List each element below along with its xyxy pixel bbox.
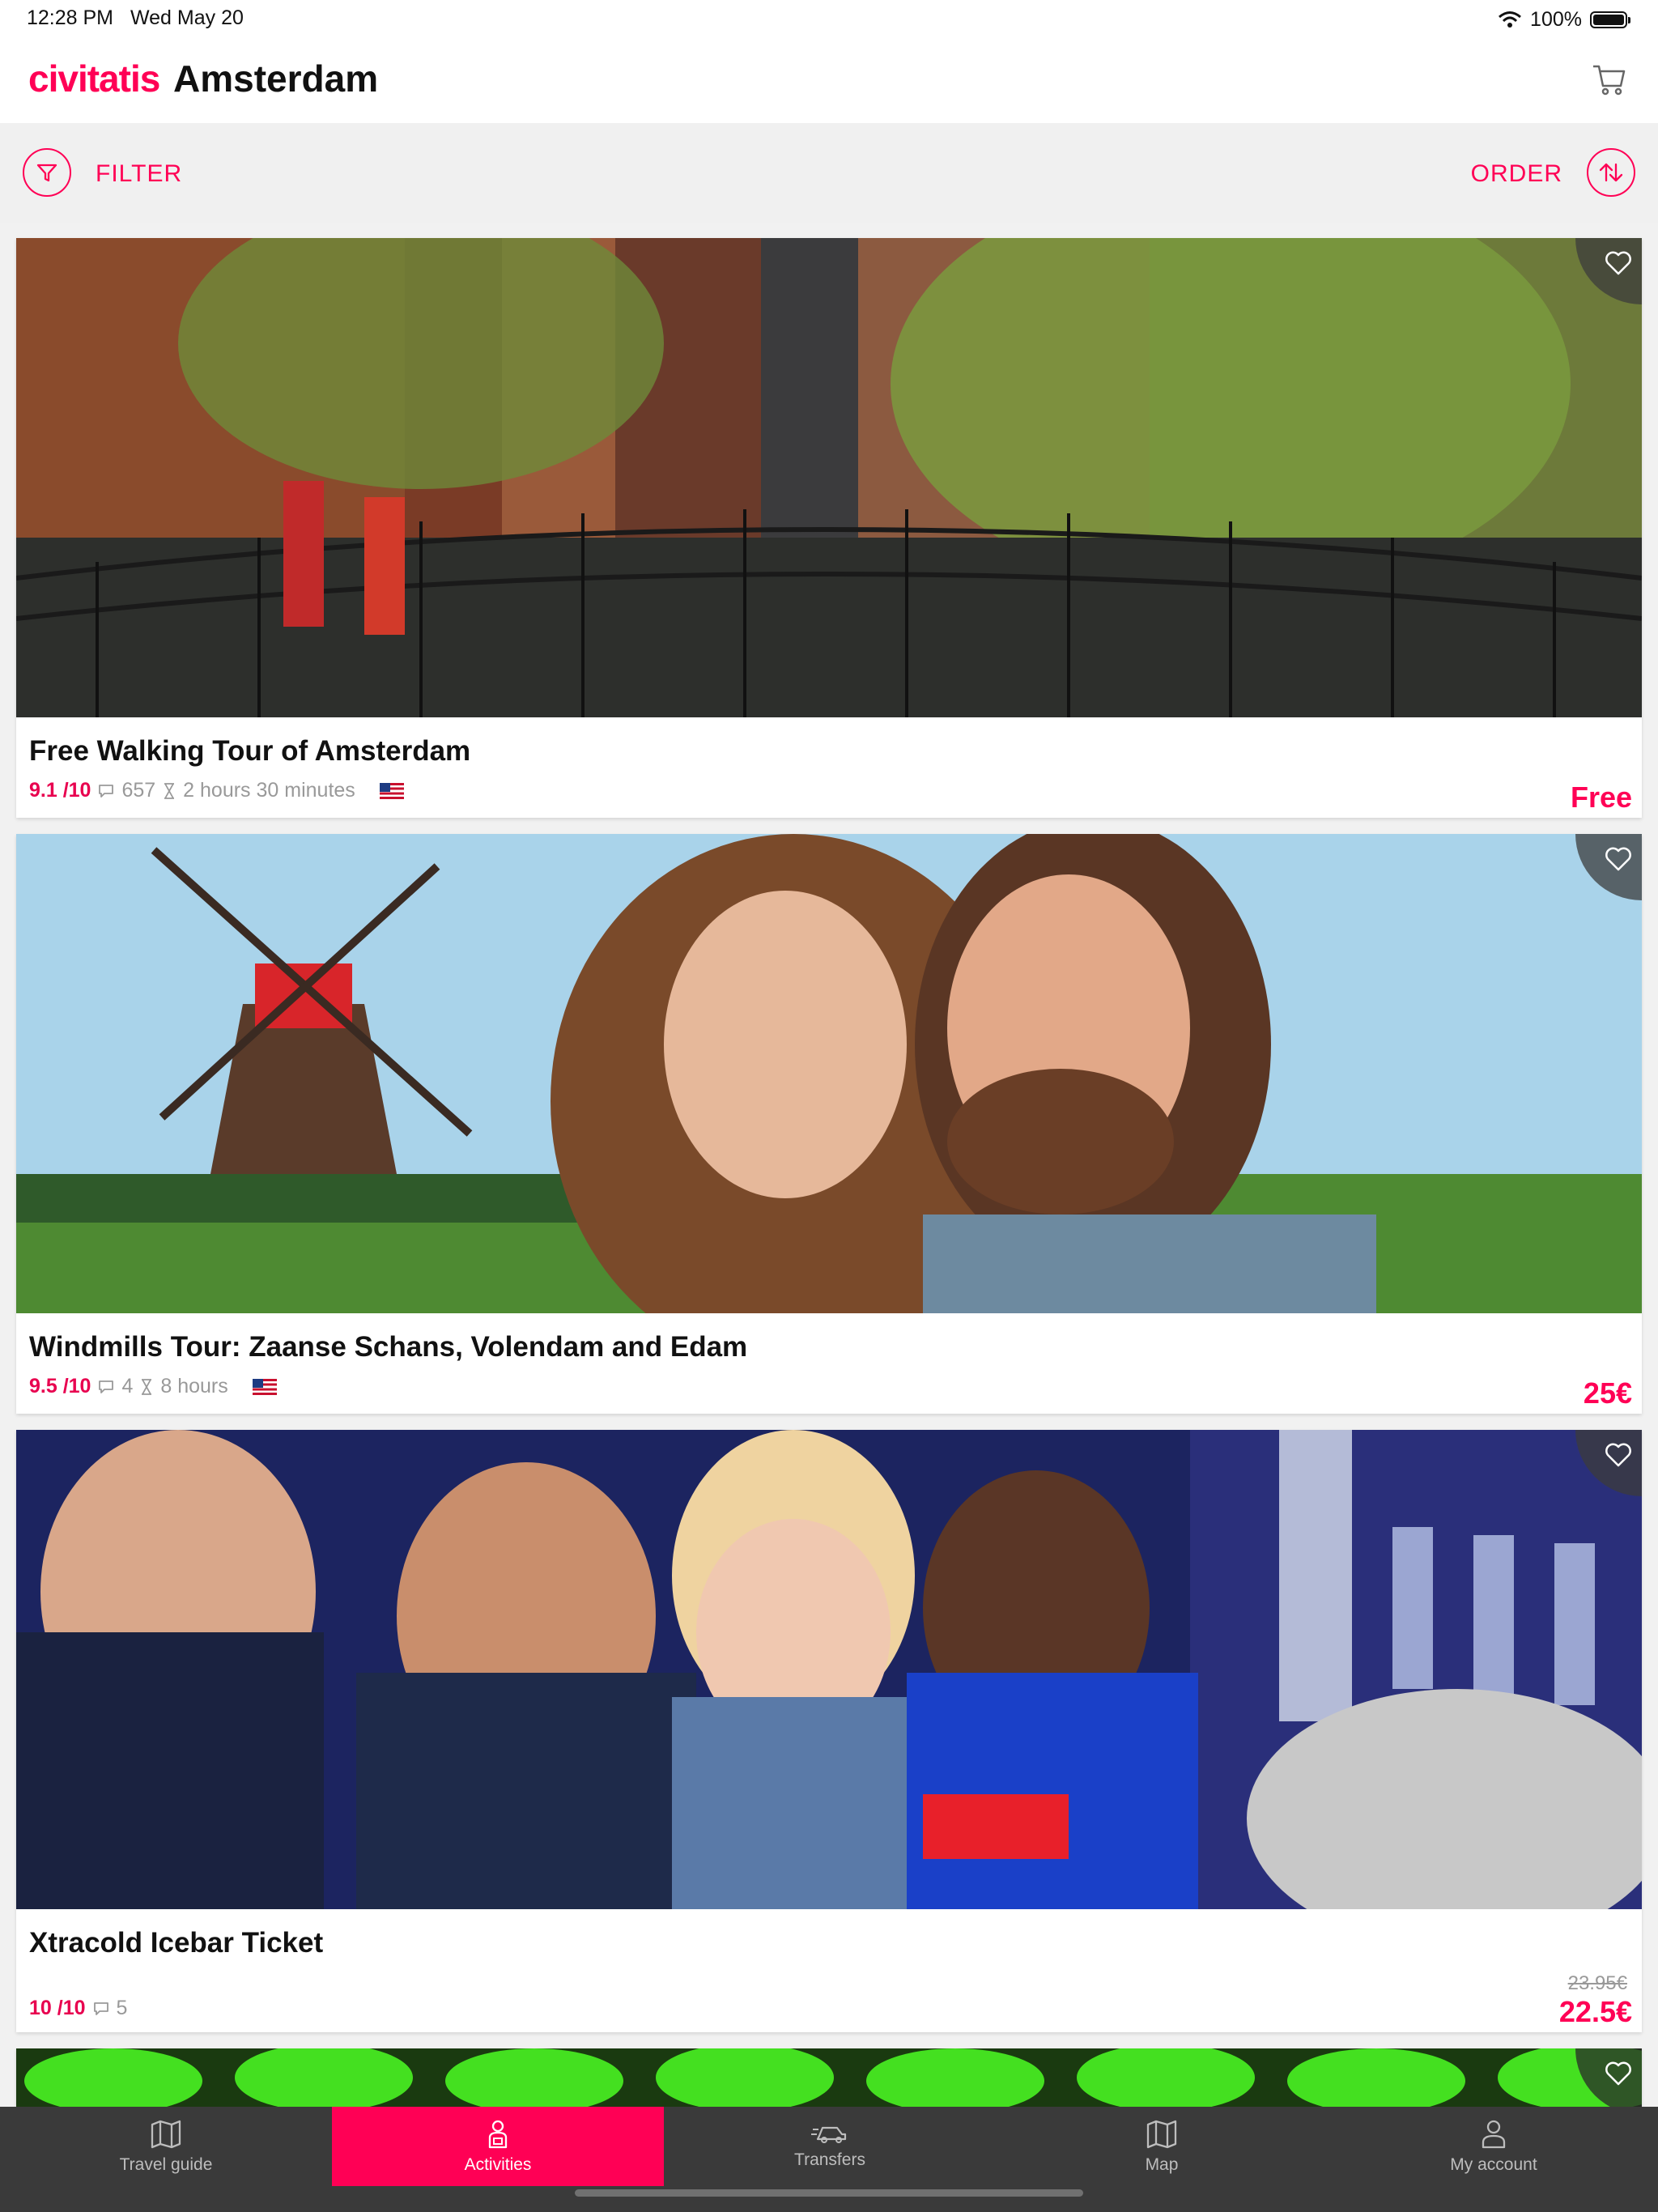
price: Free (1570, 781, 1632, 814)
filter-button[interactable] (23, 148, 71, 197)
status-right: 100% (1498, 5, 1630, 34)
transfers-car-icon (811, 2126, 847, 2143)
us-flag-icon (379, 782, 404, 799)
comment-icon (99, 784, 114, 798)
activities-person-icon (488, 2120, 508, 2149)
activity-meta: 9.1 /10 657 2 hours 30 minutes (29, 779, 404, 802)
activity-photo[interactable] (16, 1430, 1642, 1909)
order-label[interactable]: ORDER (1471, 160, 1562, 188)
heart-icon (1605, 1443, 1631, 1467)
filter-label[interactable]: FILTER (96, 160, 182, 188)
activity-card[interactable]: Xtracold Icebar Ticket 10 /10 5 23.95€ 2… (16, 1430, 1642, 2032)
tab-map[interactable]: Map (996, 2107, 1328, 2186)
activity-meta: 10 /10 5 (29, 1997, 127, 2020)
price: 25€ (1583, 1376, 1632, 1410)
activity-title[interactable]: Free Walking Tour of Amsterdam (29, 735, 470, 768)
order-button[interactable] (1587, 148, 1635, 197)
tab-my-account[interactable]: My account (1328, 2107, 1658, 2186)
tab-label: Activities (464, 2155, 532, 2174)
tab-label: My account (1450, 2155, 1537, 2174)
status-date: Wed May 20 (130, 6, 244, 29)
wifi-icon (1499, 11, 1522, 28)
battery-icon (1590, 11, 1630, 28)
filter-bar: FILTER ORDER (0, 123, 1658, 223)
tab-label: Transfers (794, 2150, 865, 2169)
heart-icon (1605, 847, 1631, 871)
activity-card[interactable]: Windmills Tour: Zaanse Schans, Volendam … (16, 834, 1642, 1414)
home-indicator[interactable] (575, 2189, 1083, 2197)
activity-photo[interactable] (16, 2048, 1642, 2107)
duration: 2 hours 30 minutes (183, 779, 355, 802)
rating: 9.1 /10 (29, 779, 91, 802)
us-flag-icon (252, 1378, 277, 1395)
review-count: 5 (116, 1997, 128, 2019)
page-title: Amsterdam (173, 57, 379, 100)
activity-card[interactable] (16, 2048, 1642, 2107)
activity-title[interactable]: Windmills Tour: Zaanse Schans, Volendam … (29, 1331, 747, 1363)
duration: 8 hours (160, 1375, 228, 1397)
review-count: 657 (121, 779, 156, 802)
old-price: 23.95€ (1567, 1972, 1627, 1994)
hourglass-icon (142, 1378, 152, 1395)
tab-label: Travel guide (119, 2155, 213, 2174)
user-icon (1482, 2120, 1506, 2149)
activity-photo[interactable] (16, 834, 1642, 1313)
heart-icon (1605, 251, 1631, 275)
funnel-icon (36, 164, 57, 182)
tab-travel-guide[interactable]: Travel guide (0, 2107, 332, 2186)
comment-icon (93, 2001, 108, 2015)
activity-card[interactable]: Free Walking Tour of Amsterdam 9.1 /10 6… (16, 238, 1642, 818)
travel-guide-map-icon (151, 2120, 181, 2149)
activity-meta: 9.5 /10 4 8 hours (29, 1375, 277, 1398)
hourglass-icon (164, 782, 175, 799)
review-count: 4 (121, 1375, 134, 1397)
price: 22.5€ (1558, 1995, 1632, 2028)
canal-bridge-photo (16, 238, 1642, 717)
status-time: 12:28 PM (27, 6, 114, 29)
cart-icon[interactable] (1590, 60, 1629, 99)
rating: 10 /10 (29, 1997, 86, 2019)
activity-title[interactable]: Xtracold Icebar Ticket (29, 1927, 323, 1959)
map-icon (1146, 2120, 1177, 2149)
sort-arrows-icon (1599, 163, 1623, 182)
green-lights-photo (16, 2048, 1642, 2107)
icebar-photo (16, 1430, 1642, 1909)
comment-icon (99, 1380, 114, 1393)
tab-transfers[interactable]: Transfers (664, 2107, 996, 2186)
heart-icon (1605, 2061, 1631, 2086)
status-bar: 12:28 PM Wed May 20 100% (0, 0, 1658, 39)
battery-percent: 100% (1530, 7, 1582, 31)
brand-logo[interactable]: civitatis (28, 57, 160, 100)
app-header: civitatis Amsterdam (0, 39, 1658, 123)
windmill-couple-photo (16, 834, 1642, 1313)
activity-photo[interactable] (16, 238, 1642, 717)
rating: 9.5 /10 (29, 1375, 91, 1397)
tab-activities[interactable]: Activities (332, 2107, 664, 2186)
tab-label: Map (1145, 2155, 1179, 2174)
